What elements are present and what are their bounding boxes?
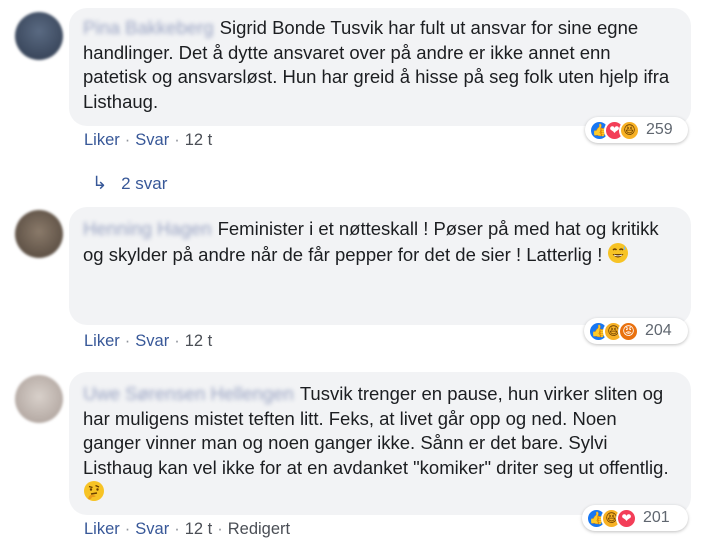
like-button[interactable]: Liker <box>84 332 120 351</box>
reaction-count: 259 <box>646 121 673 138</box>
edited-label[interactable]: Redigert <box>228 520 290 539</box>
reply-button[interactable]: Svar <box>135 131 169 150</box>
timestamp[interactable]: 12 t <box>185 332 213 351</box>
separator: · <box>217 520 223 538</box>
comment-bubble: Henning Hagen Feminister i et nøtteskall … <box>69 207 691 325</box>
replies-count[interactable]: 2 svar <box>121 174 167 194</box>
reaction-count: 204 <box>645 322 672 339</box>
separator: · <box>124 520 131 538</box>
reactions-summary[interactable]: 👍 ❤ 😆 259 <box>585 117 688 143</box>
comment-actions: Liker · Svar · 12 t <box>84 131 212 150</box>
view-replies-link[interactable]: ↳ 2 svar <box>92 173 167 194</box>
reactions-summary[interactable]: 👍 😆 ❤ 201 <box>582 505 688 531</box>
separator: · <box>174 520 180 538</box>
comment-actions: Liker · Svar · 12 t <box>84 332 212 351</box>
comment-actions: Liker · Svar · 12 t · Redigert <box>84 520 290 539</box>
avatar[interactable] <box>15 375 63 423</box>
separator: · <box>174 332 180 350</box>
grinning-sweat-emoji-icon <box>607 242 629 271</box>
avatar[interactable] <box>15 12 63 60</box>
comment-author[interactable]: Henning Hagen <box>83 218 212 239</box>
separator: · <box>124 332 131 350</box>
haha-reaction-icon: 😆 <box>619 119 640 141</box>
separator: · <box>174 131 180 149</box>
comment-bubble: Uwe Sørensen Hellengen Tusvik trenger en … <box>69 372 691 515</box>
timestamp[interactable]: 12 t <box>185 520 213 539</box>
comment-bubble: Pina Bakkeberg Sigrid Bonde Tusvik har fu… <box>69 8 691 126</box>
like-button[interactable]: Liker <box>84 520 120 539</box>
reaction-count: 201 <box>643 509 670 526</box>
comment-author[interactable]: Pina Bakkeberg <box>83 17 214 38</box>
timestamp[interactable]: 12 t <box>185 131 213 150</box>
angry-reaction-icon: 😡 <box>618 320 639 342</box>
reply-button[interactable]: Svar <box>135 332 169 351</box>
love-reaction-icon: ❤ <box>616 507 637 529</box>
like-button[interactable]: Liker <box>84 131 120 150</box>
reactions-summary[interactable]: 👍 😆 😡 204 <box>584 318 688 344</box>
reply-arrow-icon: ↳ <box>92 173 108 193</box>
comment-author[interactable]: Uwe Sørensen Hellengen <box>83 383 294 404</box>
avatar[interactable] <box>15 210 63 258</box>
separator: · <box>124 131 131 149</box>
reply-button[interactable]: Svar <box>135 520 169 539</box>
thinking-emoji-icon <box>83 480 105 509</box>
